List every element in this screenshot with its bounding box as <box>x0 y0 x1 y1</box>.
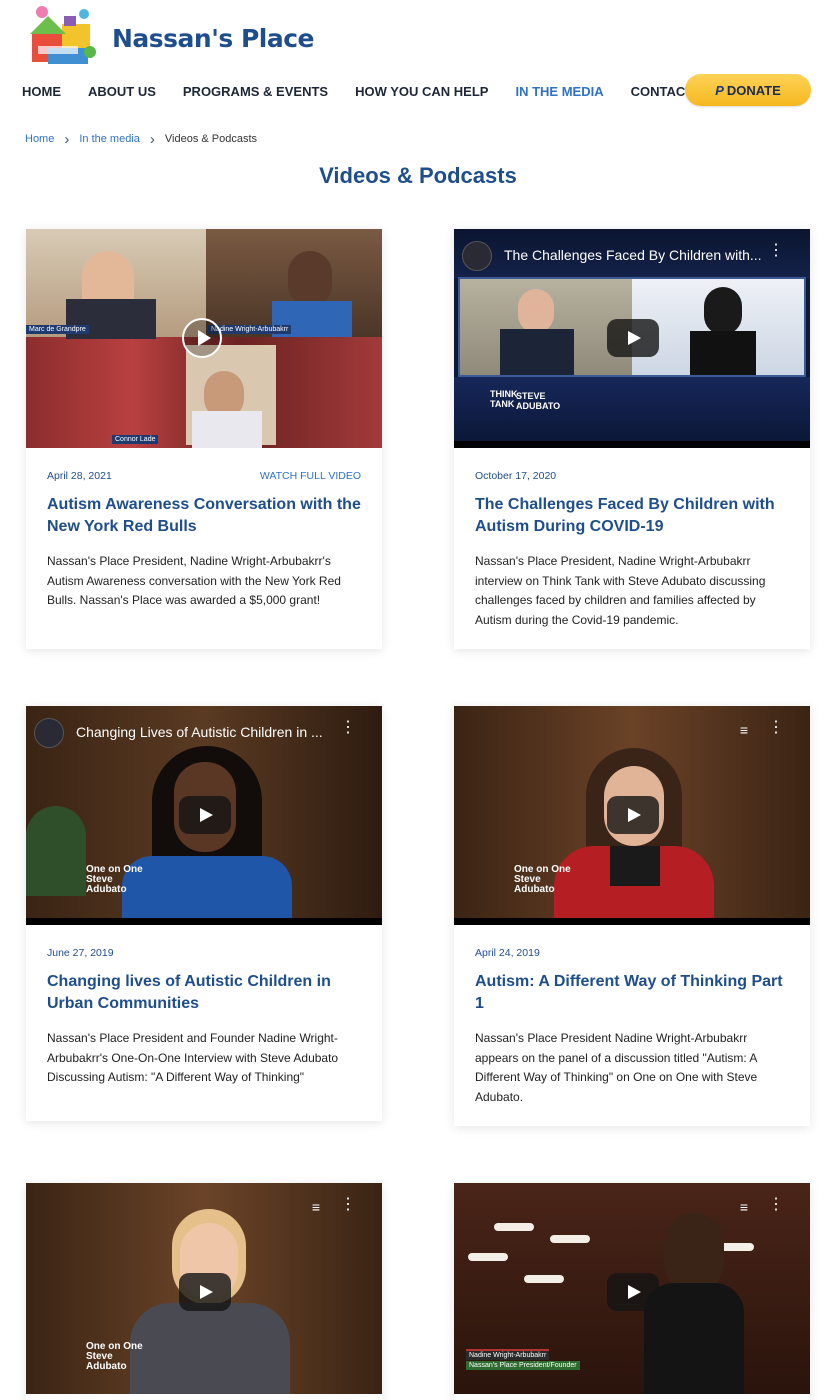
card-description: Nassan's Place President Nadine Wright-A… <box>475 1031 758 1104</box>
video-thumbnail[interactable]: One on One Steve Adubato Changing Lives … <box>26 706 382 925</box>
donate-label: DONATE <box>726 82 781 98</box>
logo-mark-icon <box>24 2 102 70</box>
more-options-icon[interactable]: ⋮ <box>768 1197 784 1213</box>
chevron-right-icon: › <box>149 130 155 148</box>
card-title[interactable]: Autism Awareness Conversation with the N… <box>47 494 361 538</box>
show-logo-text: Adubato <box>86 1361 127 1372</box>
show-logo-text: Adubato <box>514 884 555 895</box>
main-nav: HOME ABOUT US PROGRAMS & EVENTS HOW YOU … <box>22 84 742 99</box>
play-icon[interactable] <box>179 796 231 834</box>
more-options-icon[interactable]: ⋮ <box>768 720 784 736</box>
card-date: June 27, 2019 <box>47 947 114 959</box>
more-options-icon[interactable]: ⋮ <box>340 720 356 736</box>
video-card: Marc de Grandpre Nadine Wright-Arbubakrr… <box>26 229 382 649</box>
card-title[interactable]: Changing lives of Autistic Children in U… <box>47 971 361 1015</box>
page-title: Videos & Podcasts <box>319 163 517 188</box>
nav-how-you-can-help[interactable]: HOW YOU CAN HELP <box>355 84 488 99</box>
nav-programs-events[interactable]: PROGRAMS & EVENTS <box>183 84 328 99</box>
card-date: April 24, 2019 <box>475 947 540 959</box>
breadcrumb: Home › In the media › Videos & Podcasts <box>25 130 258 148</box>
participant-label: Connor Lade <box>112 435 159 444</box>
participant-label: Marc de Grandpre <box>26 325 89 334</box>
video-thumbnail[interactable]: One on One Steve Adubato ≡ ⋮ <box>26 1183 382 1394</box>
show-logo: One on One Steve Adubato <box>514 865 571 895</box>
video-card: Nadine Wright-Arbubakrr Nassan's Place P… <box>454 1183 810 1400</box>
video-title[interactable]: Changing Lives of Autistic Children in .… <box>76 724 346 740</box>
video-thumbnail[interactable]: Nadine Wright-Arbubakrr Nassan's Place P… <box>454 1183 810 1394</box>
nav-about-us[interactable]: ABOUT US <box>88 84 156 99</box>
show-logo-text: ADUBATO <box>516 401 561 411</box>
site-logo[interactable] <box>24 2 102 70</box>
video-card: THINK TANK STEVE ADUBATO The Challenges … <box>454 229 810 649</box>
lower-third-name: Nadine Wright-Arbubakrr <box>466 1349 550 1360</box>
lower-third-title: Nassan's Place President/Founder <box>466 1361 580 1370</box>
card-description: Nassan's Place President, Nadine Wright-… <box>47 554 341 607</box>
nav-home[interactable]: HOME <box>22 84 61 99</box>
playlist-icon[interactable]: ≡ <box>740 1199 748 1215</box>
show-logo-text: Adubato <box>86 884 127 895</box>
channel-avatar-icon[interactable] <box>34 718 64 748</box>
play-icon[interactable] <box>607 1273 659 1311</box>
more-options-icon[interactable]: ⋮ <box>768 243 784 259</box>
nav-in-the-media[interactable]: IN THE MEDIA <box>515 84 603 99</box>
show-logo: One on One Steve Adubato <box>86 1342 143 1372</box>
card-description: Nassan's Place President and Founder Nad… <box>47 1031 339 1084</box>
watch-full-video-link[interactable]: WATCH FULL VIDEO <box>260 470 361 482</box>
more-options-icon[interactable]: ⋮ <box>340 1197 356 1213</box>
breadcrumb-in-the-media[interactable]: In the media <box>79 133 140 145</box>
chevron-right-icon: › <box>64 130 70 148</box>
card-title[interactable]: Autism: A Different Way of Thinking Part… <box>475 971 789 1015</box>
playlist-icon[interactable]: ≡ <box>312 1199 320 1215</box>
video-title[interactable]: The Challenges Faced By Children with... <box>504 247 774 263</box>
playlist-icon[interactable]: ≡ <box>740 722 748 738</box>
play-icon[interactable] <box>182 318 222 358</box>
paypal-icon: P <box>715 82 724 98</box>
channel-avatar-icon[interactable] <box>462 241 492 271</box>
card-description: Nassan's Place President, Nadine Wright-… <box>475 554 766 627</box>
show-logo-text: TANK <box>490 399 515 409</box>
card-date: October 17, 2020 <box>475 470 557 482</box>
breadcrumb-home[interactable]: Home <box>25 133 54 145</box>
video-card: One on One Steve Adubato Changing Lives … <box>26 706 382 1121</box>
play-icon[interactable] <box>607 319 659 357</box>
show-logo-text: STEVE <box>516 391 546 401</box>
breadcrumb-current: Videos & Podcasts <box>164 133 258 145</box>
video-card: One on One Steve Adubato ≡ ⋮ April 24, 2… <box>454 706 810 1126</box>
video-thumbnail[interactable]: Marc de Grandpre Nadine Wright-Arbubakrr… <box>26 229 382 448</box>
donate-button[interactable]: P DONATE <box>685 74 811 106</box>
video-thumbnail[interactable]: THINK TANK STEVE ADUBATO The Challenges … <box>454 229 810 448</box>
site-name[interactable]: Nassan's Place <box>112 24 315 53</box>
play-icon[interactable] <box>179 1273 231 1311</box>
show-logo: One on One Steve Adubato <box>86 865 143 895</box>
show-logo-text: THINK <box>490 389 518 399</box>
card-title[interactable]: The Challenges Faced By Children with Au… <box>475 494 789 538</box>
video-card: One on One Steve Adubato ≡ ⋮ <box>26 1183 382 1400</box>
card-date: April 28, 2021 <box>47 470 112 482</box>
video-thumbnail[interactable]: One on One Steve Adubato ≡ ⋮ <box>454 706 810 925</box>
play-icon[interactable] <box>607 796 659 834</box>
